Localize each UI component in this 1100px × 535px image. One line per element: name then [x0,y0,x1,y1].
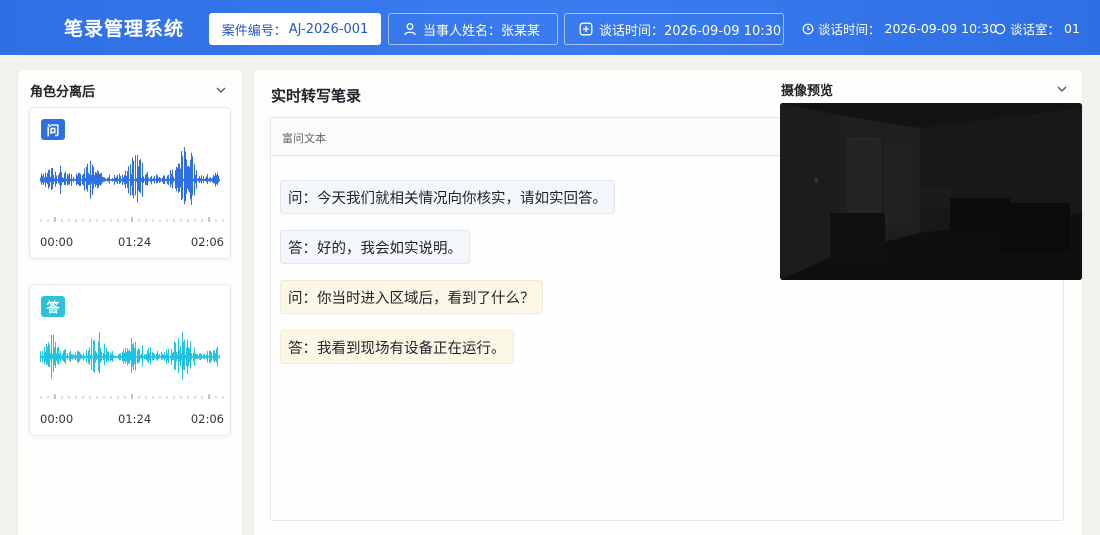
time-start: 00:00 [40,235,74,249]
waveform-path [40,147,220,205]
question-role-tag: 问 [41,119,65,140]
waveform-path [40,331,220,380]
transcript-line[interactable]: 问：你当时进入区域后，看到了什么？ [280,280,543,314]
plus-square-icon [579,22,593,36]
camera-preview-title: 摄像预览 [781,84,834,99]
answer-role-tag: 答 [41,296,65,317]
answer-track-card[interactable]: 答 00:00 01:24 02:06 [29,284,231,436]
app-title: 笔录管理系统 [64,18,185,40]
talk-time-box-value: 2026-09-09 10:30 [664,23,782,39]
time-ticks [40,217,224,222]
room-value: 01 [1064,21,1080,36]
case-number-box[interactable]: 案件编号： AJ-2026-001 [209,13,381,45]
camera-preview-video[interactable] [780,103,1082,280]
time-mid: 01:24 [118,235,152,249]
time-end: 02:06 [190,235,224,249]
transcript-line[interactable]: 问：今天我们就相关情况向你核实，请如实回答。 [280,180,615,214]
party-name-box[interactable]: 当事人姓名：张某某 [388,13,558,45]
question-waveform[interactable] [40,146,224,226]
transcript-title: 实时转写笔录 [271,87,362,105]
case-number-value: AJ-2026-001 [288,21,369,37]
camera-scene-image [780,103,1082,280]
time-mid: 01:24 [118,412,152,426]
time-start: 00:00 [40,412,74,426]
room-label: 谈话室： [1010,22,1061,37]
talk-time-info-label: 谈话时间： [818,22,881,37]
transcript-line[interactable]: 答：好的，我会如实说明。 [280,230,470,264]
talk-time-box[interactable]: 谈话时间：2026-09-09 10:30 [564,13,784,45]
talk-time-box-label: 谈话时间： [599,23,665,39]
case-number-label: 案件编号： [221,23,287,39]
time-end: 02:06 [190,412,224,426]
clock-icon [802,23,814,34]
role-separation-panel: 角色分离后 问 00:00 01:24 02:06 答 00:00 01:24 … [18,70,242,535]
editor-toolbar-label: 富问文本 [282,132,326,145]
chevron-down-icon[interactable] [1056,83,1068,95]
answer-waveform[interactable] [40,323,224,403]
question-track-card[interactable]: 问 00:00 01:24 02:06 [29,107,231,259]
time-ticks [40,394,224,399]
role-panel-title: 角色分离后 [30,85,96,100]
party-name-label: 当事人姓名： [423,23,502,39]
user-icon [404,23,416,36]
chevron-down-icon[interactable] [215,84,227,96]
talk-time-info-value: 2026-09-09 10:30 [884,21,998,36]
room-info: 谈话室： 01 [994,19,1080,38]
party-name-value: 张某某 [501,23,541,39]
transcript-line[interactable]: 答：我看到现场有设备正在运行。 [280,330,514,364]
top-header: 笔录管理系统 案件编号： AJ-2026-001 当事人姓名：张某某 谈话时间：… [0,0,1100,55]
circle-icon [994,23,1006,34]
talk-time-info: 谈话时间： 2026-09-09 10:30 [802,19,997,38]
